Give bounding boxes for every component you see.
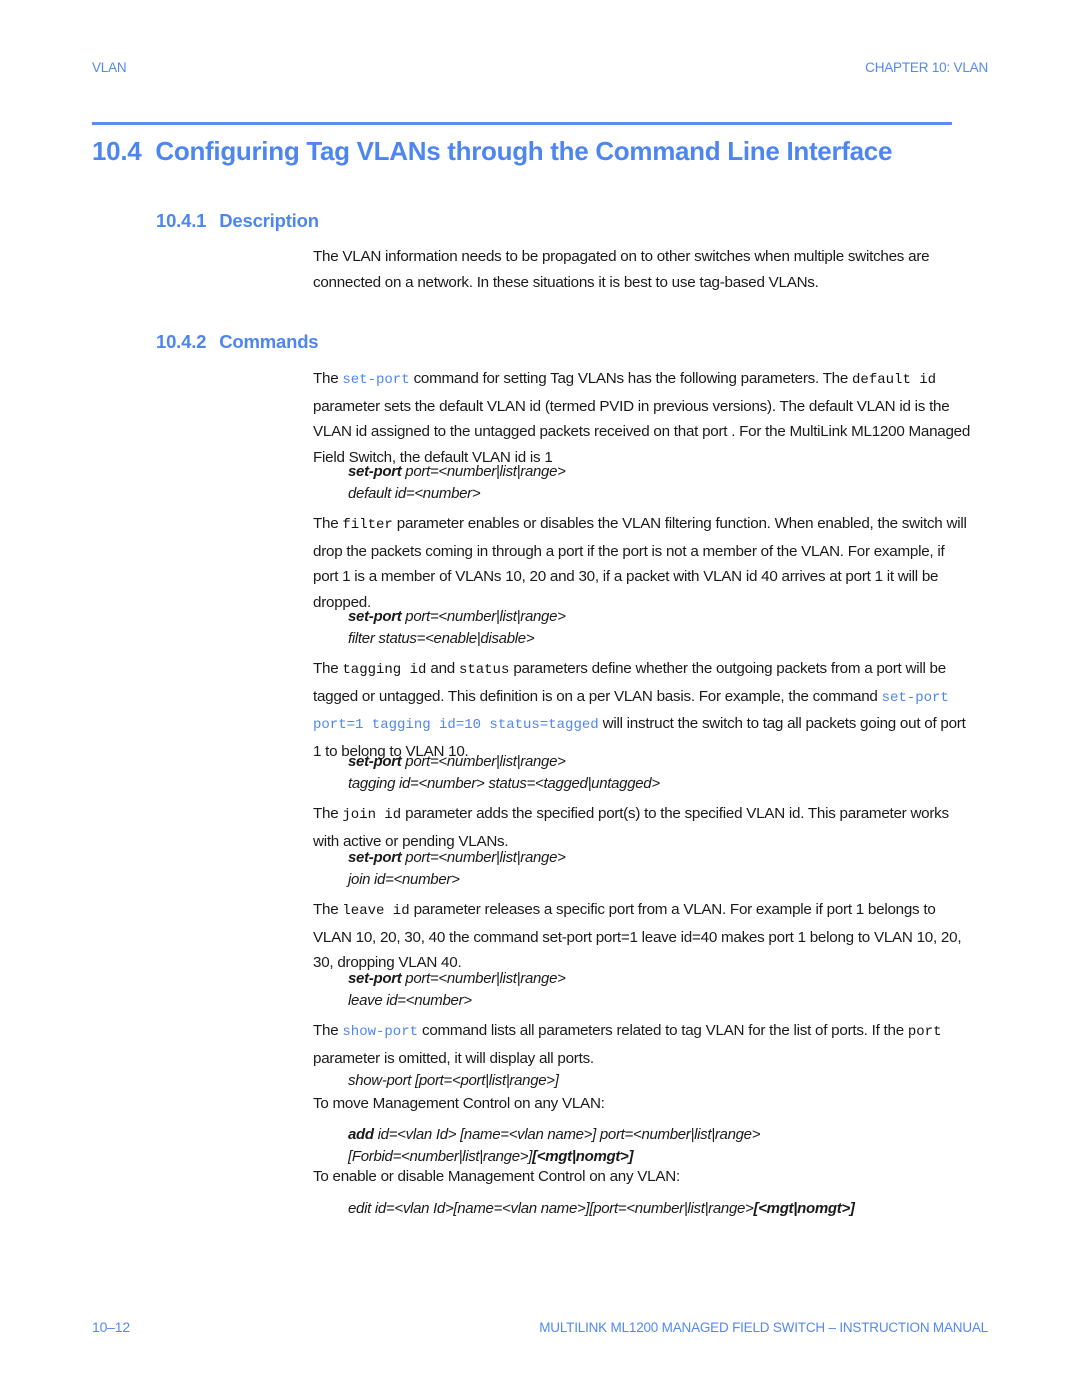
leave-syntax-block: set-port port=<number|list|range> leave … xyxy=(348,968,988,1011)
tagging-syntax-line-2: tagging id=<number> status=<tagged|untag… xyxy=(348,774,660,792)
showport-syntax-line-1: show-port [port=<port|list|range>] xyxy=(348,1072,559,1089)
filter-paragraph-text: The filter parameter enables or disables… xyxy=(313,511,973,615)
showport-text-b: command lists all parameters related to … xyxy=(418,1022,908,1039)
tagging-syntax-command: set-port xyxy=(348,753,402,770)
filter-syntax-line-1: set-port port=<number|list|range> xyxy=(348,606,988,628)
setport-syntax-args: port=<number|list|range> xyxy=(401,463,566,480)
footer-manual-title: MULTILINK ML1200 MANAGED FIELD SWITCH – … xyxy=(539,1319,988,1335)
filter-syntax-command: set-port xyxy=(348,608,402,625)
section-heading-commands: 10.4.2 Commands xyxy=(156,331,319,353)
join-text-a: The xyxy=(313,805,343,822)
filter-syntax-args: port=<number|list|range> xyxy=(401,608,566,625)
header-divider-rule xyxy=(92,122,952,125)
join-inline-code: join id xyxy=(342,807,402,823)
leave-text-b: parameter releases a specific port from … xyxy=(313,901,962,971)
showport-inline-code-showport: show-port xyxy=(342,1024,419,1040)
running-head-right: CHAPTER 10: VLAN xyxy=(865,59,988,75)
section-heading-1-title: Configuring Tag VLANs through the Comman… xyxy=(155,136,893,166)
tagging-paragraph-text: The tagging id and status parameters def… xyxy=(313,656,973,764)
setport-syntax-line-2: default id=<number> xyxy=(348,484,481,502)
move-mgmt-syntax-mgt: [<mgt|nomgt>] xyxy=(532,1147,634,1165)
tagging-paragraph: The tagging id and status parameters def… xyxy=(313,656,973,764)
showport-paragraph: The show-port command lists all paramete… xyxy=(313,1018,973,1071)
filter-inline-code: filter xyxy=(342,517,393,533)
description-paragraph: The VLAN information needs to be propaga… xyxy=(313,244,973,295)
page-footer: 10–12 MULTILINK ML1200 MANAGED FIELD SWI… xyxy=(92,1317,988,1337)
tagging-text-b: and xyxy=(426,660,459,677)
move-mgmt-intro: To move Management Control on any VLAN: xyxy=(313,1091,973,1117)
setport-text-b: command for setting Tag VLANs has the fo… xyxy=(409,370,853,387)
tagging-inline-code-status: status xyxy=(458,662,510,678)
join-syntax-block: set-port port=<number|list|range> join i… xyxy=(348,847,988,890)
tagging-syntax-block: set-port port=<number|list|range> taggin… xyxy=(348,751,988,794)
showport-syntax-block: show-port [port=<port|list|range>] xyxy=(348,1070,988,1092)
section-heading-description: 10.4.1 Description xyxy=(156,210,319,232)
move-mgmt-intro-text: To move Management Control on any VLAN: xyxy=(313,1095,605,1112)
filter-text-a: The xyxy=(313,515,343,532)
move-mgmt-syntax-line-1: add id=<vlan Id> [name=<vlan name>] port… xyxy=(348,1124,988,1146)
enable-mgmt-intro: To enable or disable Management Control … xyxy=(313,1164,973,1190)
move-mgmt-syntax-args: id=<vlan Id> [name=<vlan name>] port=<nu… xyxy=(373,1126,761,1143)
filter-syntax-block: set-port port=<number|list|range> filter… xyxy=(348,606,988,649)
setport-syntax-command: set-port xyxy=(348,463,402,480)
section-heading-commands-title: Commands xyxy=(219,331,319,352)
description-paragraph-text: The VLAN information needs to be propaga… xyxy=(313,248,930,291)
join-text-b: parameter adds the specified port(s) to … xyxy=(313,805,949,850)
section-heading-1-number: 10.4 xyxy=(92,136,142,166)
move-mgmt-syntax-block: add id=<vlan Id> [name=<vlan name>] port… xyxy=(348,1124,988,1167)
join-syntax-line-1: set-port port=<number|list|range> xyxy=(348,847,988,869)
setport-paragraph-text: The set-port command for setting Tag VLA… xyxy=(313,366,973,470)
filter-syntax-line-2: filter status=<enable|disable> xyxy=(348,629,535,647)
filter-paragraph: The filter parameter enables or disables… xyxy=(313,511,973,615)
setport-text-a: The xyxy=(313,370,343,387)
running-head-left: VLAN xyxy=(92,59,127,75)
tagging-text-a: The xyxy=(313,660,343,677)
leave-syntax-args: port=<number|list|range> xyxy=(401,970,566,987)
leave-syntax-command: set-port xyxy=(348,970,402,987)
showport-inline-code-port: port xyxy=(907,1024,942,1040)
setport-syntax-line-1: set-port port=<number|list|range> xyxy=(348,461,988,483)
tagging-inline-code-taggingid: tagging id xyxy=(342,662,427,678)
setport-syntax-block: set-port port=<number|list|range> defaul… xyxy=(348,461,988,504)
setport-inline-code-defaultid: default id xyxy=(852,372,937,388)
showport-text-a: The xyxy=(313,1022,343,1039)
showport-paragraph-text: The show-port command lists all paramete… xyxy=(313,1018,973,1071)
section-heading-commands-number: 10.4.2 xyxy=(156,331,207,352)
enable-mgmt-syntax-args: edit id=<vlan Id>[name=<vlan name>][port… xyxy=(348,1200,754,1217)
setport-text-c: parameter sets the default VLAN id (term… xyxy=(313,397,971,466)
document-page: VLAN CHAPTER 10: VLAN 10.4 Configuring Ta… xyxy=(0,0,1080,1397)
leave-inline-code: leave id xyxy=(342,903,410,919)
setport-paragraph: The set-port command for setting Tag VLA… xyxy=(313,366,973,470)
showport-text-c: parameter is omitted, it will display al… xyxy=(313,1049,594,1067)
join-syntax-command: set-port xyxy=(348,849,402,866)
filter-text-b: parameter enables or disables the VLAN f… xyxy=(313,515,967,611)
leave-paragraph: The leave id parameter releases a specif… xyxy=(313,897,973,976)
section-heading-description-title: Description xyxy=(219,210,319,231)
running-head: VLAN CHAPTER 10: VLAN xyxy=(92,57,988,77)
leave-syntax-line-1: set-port port=<number|list|range> xyxy=(348,968,988,990)
footer-page-number: 10–12 xyxy=(92,1319,130,1335)
tagging-syntax-args: port=<number|list|range> xyxy=(401,753,566,770)
enable-mgmt-syntax-block: edit id=<vlan Id>[name=<vlan name>][port… xyxy=(348,1198,988,1220)
setport-inline-code-setport: set-port xyxy=(342,372,410,388)
enable-mgmt-intro-text: To enable or disable Management Control … xyxy=(313,1168,680,1185)
leave-syntax-line-2: leave id=<number> xyxy=(348,991,472,1009)
tagging-syntax-line-1: set-port port=<number|list|range> xyxy=(348,751,988,773)
join-syntax-args: port=<number|list|range> xyxy=(401,849,566,866)
leave-text-a: The xyxy=(313,901,343,918)
section-heading-description-number: 10.4.1 xyxy=(156,210,207,231)
join-syntax-line-2: join id=<number> xyxy=(348,870,460,888)
move-mgmt-syntax-forbid: [Forbid=<number|list|range>] xyxy=(348,1147,533,1165)
enable-mgmt-syntax-line-1: edit id=<vlan Id>[name=<vlan name>][port… xyxy=(348,1198,988,1220)
leave-paragraph-text: The leave id parameter releases a specif… xyxy=(313,897,973,976)
move-mgmt-syntax-command: add xyxy=(348,1126,374,1143)
enable-mgmt-syntax-mgt: [<mgt|nomgt>] xyxy=(753,1200,855,1217)
section-heading-1: 10.4 Configuring Tag VLANs through the Co… xyxy=(92,136,992,167)
